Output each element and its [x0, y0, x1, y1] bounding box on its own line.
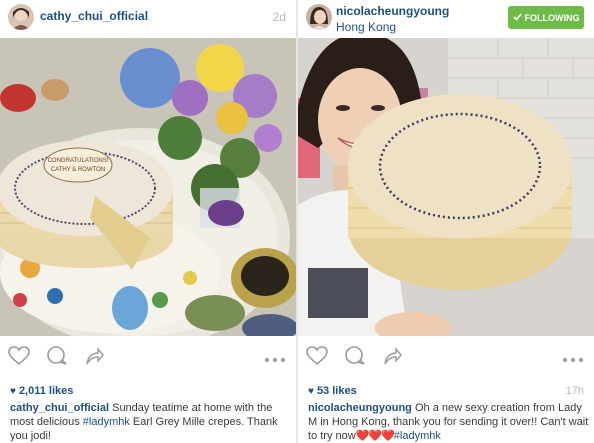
avatar[interactable]: [306, 4, 332, 30]
post-header: nicolacheungyoung Hong Kong FOLLOWING: [298, 0, 594, 36]
svg-text:CATHY & ROWTON: CATHY & ROWTON: [51, 167, 105, 173]
post-photo[interactable]: CONGRATULATIONS! CATHY & ROWTON: [0, 38, 296, 336]
hashtag-link[interactable]: #ladymhk: [83, 416, 130, 428]
likes-heart-icon: ♥: [10, 386, 16, 397]
heart-outline-icon[interactable]: [306, 346, 328, 371]
plaque-text: CONGRATULATIONS!: [48, 158, 109, 164]
username[interactable]: nicolacheungyoung: [336, 4, 449, 18]
post-header: cathy_chui_official 2d: [0, 0, 296, 36]
likes-count[interactable]: ♥ 2,011 likes: [10, 385, 73, 397]
post-time: 2d: [272, 10, 286, 24]
likes-count[interactable]: ♥ 53 likes: [308, 385, 357, 397]
post-time: 17h: [565, 385, 584, 397]
comment-icon[interactable]: [344, 346, 366, 371]
likes-heart-icon: ♥: [308, 386, 314, 397]
post-cathy: cathy_chui_official 2d CONGRATULATIONS! …: [0, 0, 296, 443]
following-button[interactable]: FOLLOWING: [508, 6, 584, 29]
post-photo[interactable]: [298, 38, 594, 336]
caption: nicolacheungyoung Oh a new sexy creation…: [308, 401, 590, 443]
check-icon: [512, 12, 522, 23]
share-arrow-icon[interactable]: [84, 346, 104, 371]
location-link[interactable]: Hong Kong: [336, 20, 396, 34]
share-arrow-icon[interactable]: [382, 346, 402, 371]
following-label: FOLLOWING: [524, 12, 580, 23]
more-dots-icon[interactable]: [562, 351, 584, 369]
caption-username[interactable]: cathy_chui_official: [10, 402, 109, 414]
post-nicola: nicolacheungyoung Hong Kong FOLLOWING ♥ …: [298, 0, 594, 443]
caption-username[interactable]: nicolacheungyoung: [308, 402, 412, 414]
caption: cathy_chui_official Sunday teatime at ho…: [10, 401, 292, 443]
post-actions: [0, 340, 296, 374]
post-actions: [298, 340, 594, 374]
hashtag-link[interactable]: #ladymhk: [394, 430, 441, 442]
heart-emojis: ❤️❤️❤️: [355, 430, 395, 442]
username[interactable]: cathy_chui_official: [40, 9, 148, 23]
heart-outline-icon[interactable]: [8, 346, 30, 371]
avatar[interactable]: [8, 4, 34, 30]
comment-icon[interactable]: [46, 346, 68, 371]
more-dots-icon[interactable]: [264, 351, 286, 369]
